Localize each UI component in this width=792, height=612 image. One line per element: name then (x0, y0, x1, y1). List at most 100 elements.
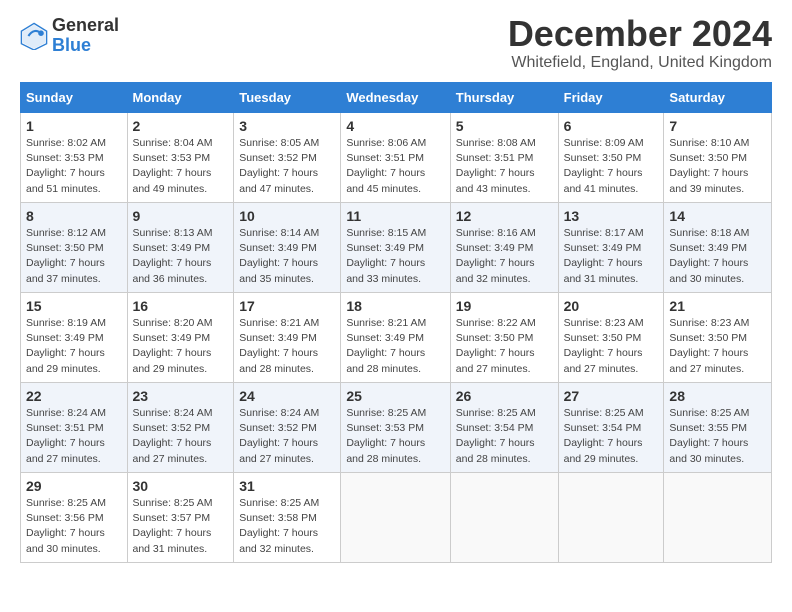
calendar-header-row: Sunday Monday Tuesday Wednesday Thursday… (21, 83, 772, 113)
table-row: 29 Sunrise: 8:25 AMSunset: 3:56 PMDaylig… (21, 473, 128, 563)
table-row (450, 473, 558, 563)
header-friday: Friday (558, 83, 664, 113)
day-info: Sunrise: 8:21 AMSunset: 3:49 PMDaylight:… (346, 317, 426, 375)
page-header: General Blue December 2024 Whitefield, E… (20, 16, 772, 72)
table-row: 30 Sunrise: 8:25 AMSunset: 3:57 PMDaylig… (127, 473, 234, 563)
location-subtitle: Whitefield, England, United Kingdom (508, 54, 772, 72)
table-row: 1 Sunrise: 8:02 AMSunset: 3:53 PMDayligh… (21, 113, 128, 203)
day-info: Sunrise: 8:15 AMSunset: 3:49 PMDaylight:… (346, 227, 426, 285)
table-row: 6 Sunrise: 8:09 AMSunset: 3:50 PMDayligh… (558, 113, 664, 203)
table-row: 27 Sunrise: 8:25 AMSunset: 3:54 PMDaylig… (558, 383, 664, 473)
day-info: Sunrise: 8:21 AMSunset: 3:49 PMDaylight:… (239, 317, 319, 375)
header-wednesday: Wednesday (341, 83, 450, 113)
table-row: 20 Sunrise: 8:23 AMSunset: 3:50 PMDaylig… (558, 293, 664, 383)
table-row: 23 Sunrise: 8:24 AMSunset: 3:52 PMDaylig… (127, 383, 234, 473)
table-row: 7 Sunrise: 8:10 AMSunset: 3:50 PMDayligh… (664, 113, 772, 203)
day-number: 6 (564, 118, 659, 134)
day-info: Sunrise: 8:19 AMSunset: 3:49 PMDaylight:… (26, 317, 106, 375)
day-number: 9 (133, 208, 229, 224)
day-info: Sunrise: 8:22 AMSunset: 3:50 PMDaylight:… (456, 317, 536, 375)
calendar-week-row: 8 Sunrise: 8:12 AMSunset: 3:50 PMDayligh… (21, 203, 772, 293)
header-tuesday: Tuesday (234, 83, 341, 113)
month-title: December 2024 (508, 16, 772, 52)
logo-icon (20, 22, 48, 50)
calendar-week-row: 29 Sunrise: 8:25 AMSunset: 3:56 PMDaylig… (21, 473, 772, 563)
day-number: 16 (133, 298, 229, 314)
day-info: Sunrise: 8:23 AMSunset: 3:50 PMDaylight:… (564, 317, 644, 375)
day-number: 2 (133, 118, 229, 134)
day-number: 1 (26, 118, 122, 134)
day-info: Sunrise: 8:16 AMSunset: 3:49 PMDaylight:… (456, 227, 536, 285)
day-number: 5 (456, 118, 553, 134)
table-row: 4 Sunrise: 8:06 AMSunset: 3:51 PMDayligh… (341, 113, 450, 203)
table-row (341, 473, 450, 563)
day-info: Sunrise: 8:25 AMSunset: 3:53 PMDaylight:… (346, 407, 426, 465)
logo-text: General Blue (52, 16, 119, 56)
table-row: 18 Sunrise: 8:21 AMSunset: 3:49 PMDaylig… (341, 293, 450, 383)
table-row: 28 Sunrise: 8:25 AMSunset: 3:55 PMDaylig… (664, 383, 772, 473)
day-number: 20 (564, 298, 659, 314)
table-row (558, 473, 664, 563)
day-info: Sunrise: 8:20 AMSunset: 3:49 PMDaylight:… (133, 317, 213, 375)
day-number: 21 (669, 298, 766, 314)
day-number: 19 (456, 298, 553, 314)
table-row (664, 473, 772, 563)
day-info: Sunrise: 8:24 AMSunset: 3:52 PMDaylight:… (133, 407, 213, 465)
table-row: 16 Sunrise: 8:20 AMSunset: 3:49 PMDaylig… (127, 293, 234, 383)
day-number: 14 (669, 208, 766, 224)
logo-blue: Blue (52, 36, 119, 56)
day-info: Sunrise: 8:25 AMSunset: 3:54 PMDaylight:… (456, 407, 536, 465)
day-info: Sunrise: 8:25 AMSunset: 3:58 PMDaylight:… (239, 497, 319, 555)
table-row: 22 Sunrise: 8:24 AMSunset: 3:51 PMDaylig… (21, 383, 128, 473)
day-info: Sunrise: 8:09 AMSunset: 3:50 PMDaylight:… (564, 137, 644, 195)
header-monday: Monday (127, 83, 234, 113)
day-number: 18 (346, 298, 444, 314)
day-number: 27 (564, 388, 659, 404)
day-number: 17 (239, 298, 335, 314)
day-number: 23 (133, 388, 229, 404)
table-row: 14 Sunrise: 8:18 AMSunset: 3:49 PMDaylig… (664, 203, 772, 293)
day-number: 8 (26, 208, 122, 224)
day-info: Sunrise: 8:25 AMSunset: 3:55 PMDaylight:… (669, 407, 749, 465)
table-row: 5 Sunrise: 8:08 AMSunset: 3:51 PMDayligh… (450, 113, 558, 203)
table-row: 11 Sunrise: 8:15 AMSunset: 3:49 PMDaylig… (341, 203, 450, 293)
header-sunday: Sunday (21, 83, 128, 113)
day-number: 22 (26, 388, 122, 404)
table-row: 19 Sunrise: 8:22 AMSunset: 3:50 PMDaylig… (450, 293, 558, 383)
day-number: 29 (26, 478, 122, 494)
day-number: 4 (346, 118, 444, 134)
day-number: 11 (346, 208, 444, 224)
table-row: 15 Sunrise: 8:19 AMSunset: 3:49 PMDaylig… (21, 293, 128, 383)
day-number: 3 (239, 118, 335, 134)
calendar-week-row: 1 Sunrise: 8:02 AMSunset: 3:53 PMDayligh… (21, 113, 772, 203)
table-row: 13 Sunrise: 8:17 AMSunset: 3:49 PMDaylig… (558, 203, 664, 293)
day-info: Sunrise: 8:25 AMSunset: 3:54 PMDaylight:… (564, 407, 644, 465)
day-info: Sunrise: 8:08 AMSunset: 3:51 PMDaylight:… (456, 137, 536, 195)
logo: General Blue (20, 16, 119, 56)
day-number: 30 (133, 478, 229, 494)
day-info: Sunrise: 8:25 AMSunset: 3:56 PMDaylight:… (26, 497, 106, 555)
table-row: 12 Sunrise: 8:16 AMSunset: 3:49 PMDaylig… (450, 203, 558, 293)
day-number: 10 (239, 208, 335, 224)
table-row: 9 Sunrise: 8:13 AMSunset: 3:49 PMDayligh… (127, 203, 234, 293)
day-number: 25 (346, 388, 444, 404)
table-row: 10 Sunrise: 8:14 AMSunset: 3:49 PMDaylig… (234, 203, 341, 293)
day-info: Sunrise: 8:10 AMSunset: 3:50 PMDaylight:… (669, 137, 749, 195)
day-info: Sunrise: 8:04 AMSunset: 3:53 PMDaylight:… (133, 137, 213, 195)
table-row: 24 Sunrise: 8:24 AMSunset: 3:52 PMDaylig… (234, 383, 341, 473)
day-info: Sunrise: 8:24 AMSunset: 3:52 PMDaylight:… (239, 407, 319, 465)
table-row: 17 Sunrise: 8:21 AMSunset: 3:49 PMDaylig… (234, 293, 341, 383)
day-number: 24 (239, 388, 335, 404)
table-row: 25 Sunrise: 8:25 AMSunset: 3:53 PMDaylig… (341, 383, 450, 473)
day-info: Sunrise: 8:25 AMSunset: 3:57 PMDaylight:… (133, 497, 213, 555)
day-info: Sunrise: 8:18 AMSunset: 3:49 PMDaylight:… (669, 227, 749, 285)
day-info: Sunrise: 8:12 AMSunset: 3:50 PMDaylight:… (26, 227, 106, 285)
title-section: December 2024 Whitefield, England, Unite… (508, 16, 772, 72)
header-saturday: Saturday (664, 83, 772, 113)
day-number: 31 (239, 478, 335, 494)
day-info: Sunrise: 8:14 AMSunset: 3:49 PMDaylight:… (239, 227, 319, 285)
table-row: 21 Sunrise: 8:23 AMSunset: 3:50 PMDaylig… (664, 293, 772, 383)
logo-general: General (52, 16, 119, 36)
day-number: 12 (456, 208, 553, 224)
day-info: Sunrise: 8:23 AMSunset: 3:50 PMDaylight:… (669, 317, 749, 375)
